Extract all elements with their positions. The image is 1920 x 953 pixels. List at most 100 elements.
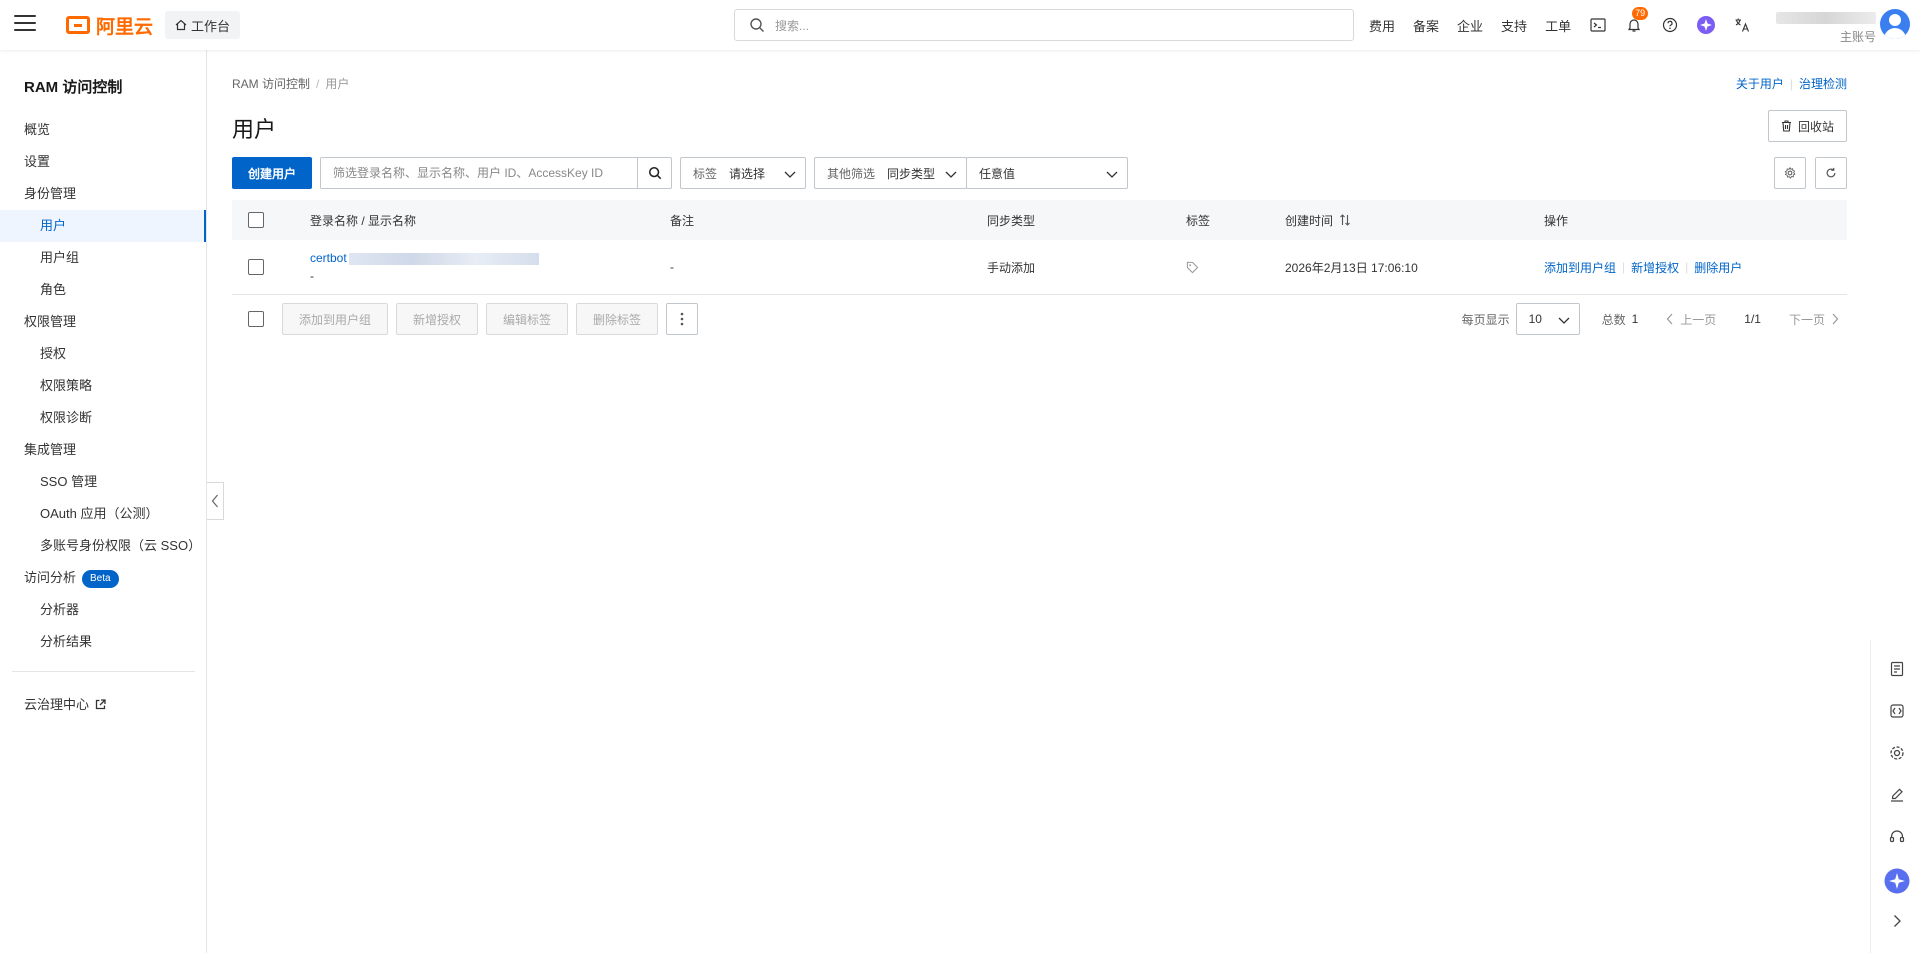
chevron-down-icon — [784, 171, 796, 178]
sort-icon[interactable] — [1339, 214, 1351, 226]
user-name-redacted — [348, 252, 539, 265]
api-icon[interactable] — [1888, 702, 1906, 720]
next-page-button[interactable]: 下一页 — [1789, 311, 1839, 328]
settings-button[interactable] — [1774, 157, 1806, 189]
sidebar-item-user-groups[interactable]: 用户组 — [0, 242, 206, 274]
sidebar-group-access-analysis[interactable]: 访问分析 Beta — [0, 562, 206, 594]
account-info[interactable]: 主账号 — [1776, 8, 1876, 44]
sidebar-collapse-button[interactable] — [207, 482, 224, 520]
search-icon — [750, 18, 764, 32]
page-size-select[interactable]: 10 — [1515, 303, 1580, 335]
user-login-name-link[interactable]: certbot — [310, 251, 347, 265]
governance-check-link[interactable]: 治理检测 — [1799, 77, 1847, 91]
tag-icon[interactable] — [1186, 261, 1199, 274]
global-search-input[interactable]: 搜索... — [734, 9, 1354, 41]
sidebar-item-analysis-results[interactable]: 分析结果 — [0, 626, 206, 658]
breadcrumb-ram[interactable]: RAM 访问控制 — [232, 77, 310, 91]
sidebar-item-oauth[interactable]: OAuth 应用（公测） — [0, 498, 206, 530]
sidebar-title: RAM 访问控制 — [24, 79, 123, 96]
nav-support[interactable]: 支持 — [1501, 16, 1527, 35]
col-sync-type: 同步类型 — [987, 213, 1036, 228]
nav-enterprise[interactable]: 企业 — [1457, 16, 1483, 35]
ai-assistant-icon[interactable] — [1696, 15, 1716, 35]
total-count: 1 — [1631, 312, 1639, 326]
account-name-redacted — [1776, 12, 1876, 24]
other-filter-select[interactable]: 其他筛选 同步类型 — [814, 157, 967, 189]
next-page-label: 下一页 — [1788, 312, 1825, 327]
select-all-checkbox[interactable] — [248, 212, 264, 228]
sidebar-item-governance-center[interactable]: 云治理中心 — [24, 694, 106, 713]
batch-select-checkbox[interactable] — [248, 311, 264, 327]
right-toolbar — [1870, 640, 1920, 953]
chevron-right-icon[interactable] — [1888, 912, 1906, 930]
add-to-group-link[interactable]: 添加到用户组 — [1544, 259, 1616, 276]
help-icon[interactable] — [1660, 15, 1680, 35]
workbench-button[interactable]: 工作台 — [165, 11, 241, 39]
tag-filter-label: 标签 — [693, 166, 718, 181]
more-actions-button[interactable] — [666, 303, 698, 335]
batch-add-permission-button[interactable]: 新增授权 — [396, 303, 479, 335]
total-label: 总数 — [1601, 312, 1626, 327]
refresh-button[interactable] — [1815, 157, 1847, 189]
row-checkbox-cell — [248, 240, 264, 294]
search-button[interactable] — [637, 158, 671, 188]
logo-text: 阿里云 — [96, 16, 154, 38]
about-users-link[interactable]: 关于用户 — [1736, 77, 1784, 91]
select-all-checkbox-cell — [248, 200, 264, 240]
batch-delete-tags-button[interactable]: 删除标签 — [576, 303, 659, 335]
user-sync-type: 手动添加 — [987, 260, 1036, 275]
aliyun-logo[interactable]: 阿里云 — [66, 12, 153, 38]
prev-page-button[interactable]: 上一页 — [1666, 311, 1716, 328]
sidebar-group-permissions[interactable]: 权限管理 — [0, 306, 206, 338]
main-content: RAM 访问控制/用户 关于用户|治理检测 用户 回收站 创建用户 标签 请选择… — [232, 50, 1847, 953]
col-created-time[interactable]: 创建时间 — [1285, 200, 1351, 240]
avatar[interactable] — [1880, 9, 1910, 39]
sidebar-item-grants[interactable]: 授权 — [0, 338, 206, 370]
language-icon[interactable] — [1732, 15, 1752, 35]
terminal-icon[interactable] — [1588, 15, 1608, 35]
add-permission-link[interactable]: 新增授权 — [1631, 259, 1679, 276]
sidebar-item-overview[interactable]: 概览 — [0, 114, 206, 146]
edit-icon[interactable] — [1888, 786, 1906, 804]
sidebar-item-diagnosis[interactable]: 权限诊断 — [0, 402, 206, 434]
sidebar-item-settings[interactable]: 设置 — [0, 146, 206, 178]
sidebar-item-policies[interactable]: 权限策略 — [0, 370, 206, 402]
filter-value-select[interactable]: 任意值 — [966, 157, 1128, 189]
sidebar-item-roles[interactable]: 角色 — [0, 274, 206, 306]
sidebar-item-users[interactable]: 用户 — [0, 210, 206, 242]
tag-filter-select[interactable]: 标签 请选择 — [680, 157, 806, 189]
menu-icon[interactable] — [14, 15, 36, 33]
col-login-name: 登录名称 / 显示名称 — [310, 213, 417, 228]
document-icon[interactable] — [1888, 660, 1906, 678]
top-nav-links: 费用 备案 企业 支持 工单 79 — [1360, 0, 1760, 50]
breadcrumb-current: 用户 — [325, 77, 350, 91]
chevron-left-icon — [1666, 313, 1673, 325]
bell-icon[interactable]: 79 — [1624, 7, 1649, 35]
workbench-label: 工作台 — [191, 18, 231, 34]
gear-icon[interactable] — [1888, 744, 1906, 762]
delete-user-link[interactable]: 删除用户 — [1694, 259, 1742, 276]
sidebar-group-identity[interactable]: 身份管理 — [0, 178, 206, 210]
sidebar-group-integration[interactable]: 集成管理 — [0, 434, 206, 466]
nav-billing[interactable]: 费用 — [1369, 16, 1395, 35]
sidebar-divider — [12, 671, 195, 672]
sidebar-item-sso[interactable]: SSO 管理 — [0, 466, 206, 498]
nav-icp[interactable]: 备案 — [1413, 16, 1439, 35]
chevron-down-icon — [945, 171, 957, 178]
page-title: 用户 — [232, 117, 277, 142]
row-checkbox[interactable] — [248, 259, 264, 275]
sidebar: RAM 访问控制 概览 设置 身份管理 用户 用户组 角色 权限管理 授权 权限… — [0, 50, 207, 953]
sidebar-item-analyzer[interactable]: 分析器 — [0, 594, 206, 626]
create-user-button[interactable]: 创建用户 — [232, 157, 312, 189]
batch-add-to-group-button[interactable]: 添加到用户组 — [282, 303, 389, 335]
headset-icon[interactable] — [1888, 828, 1906, 846]
trash-icon — [1781, 120, 1791, 132]
user-filter-input[interactable] — [321, 158, 637, 188]
nav-ticket[interactable]: 工单 — [1545, 16, 1571, 35]
ai-assistant-icon[interactable] — [1884, 868, 1910, 894]
batch-edit-tags-button[interactable]: 编辑标签 — [486, 303, 569, 335]
recycle-bin-button[interactable]: 回收站 — [1767, 110, 1847, 142]
sidebar-item-cloud-sso[interactable]: 多账号身份权限（云 SSO） — [0, 530, 206, 562]
user-display-name: - — [310, 269, 314, 283]
chevron-down-icon — [1558, 317, 1570, 324]
